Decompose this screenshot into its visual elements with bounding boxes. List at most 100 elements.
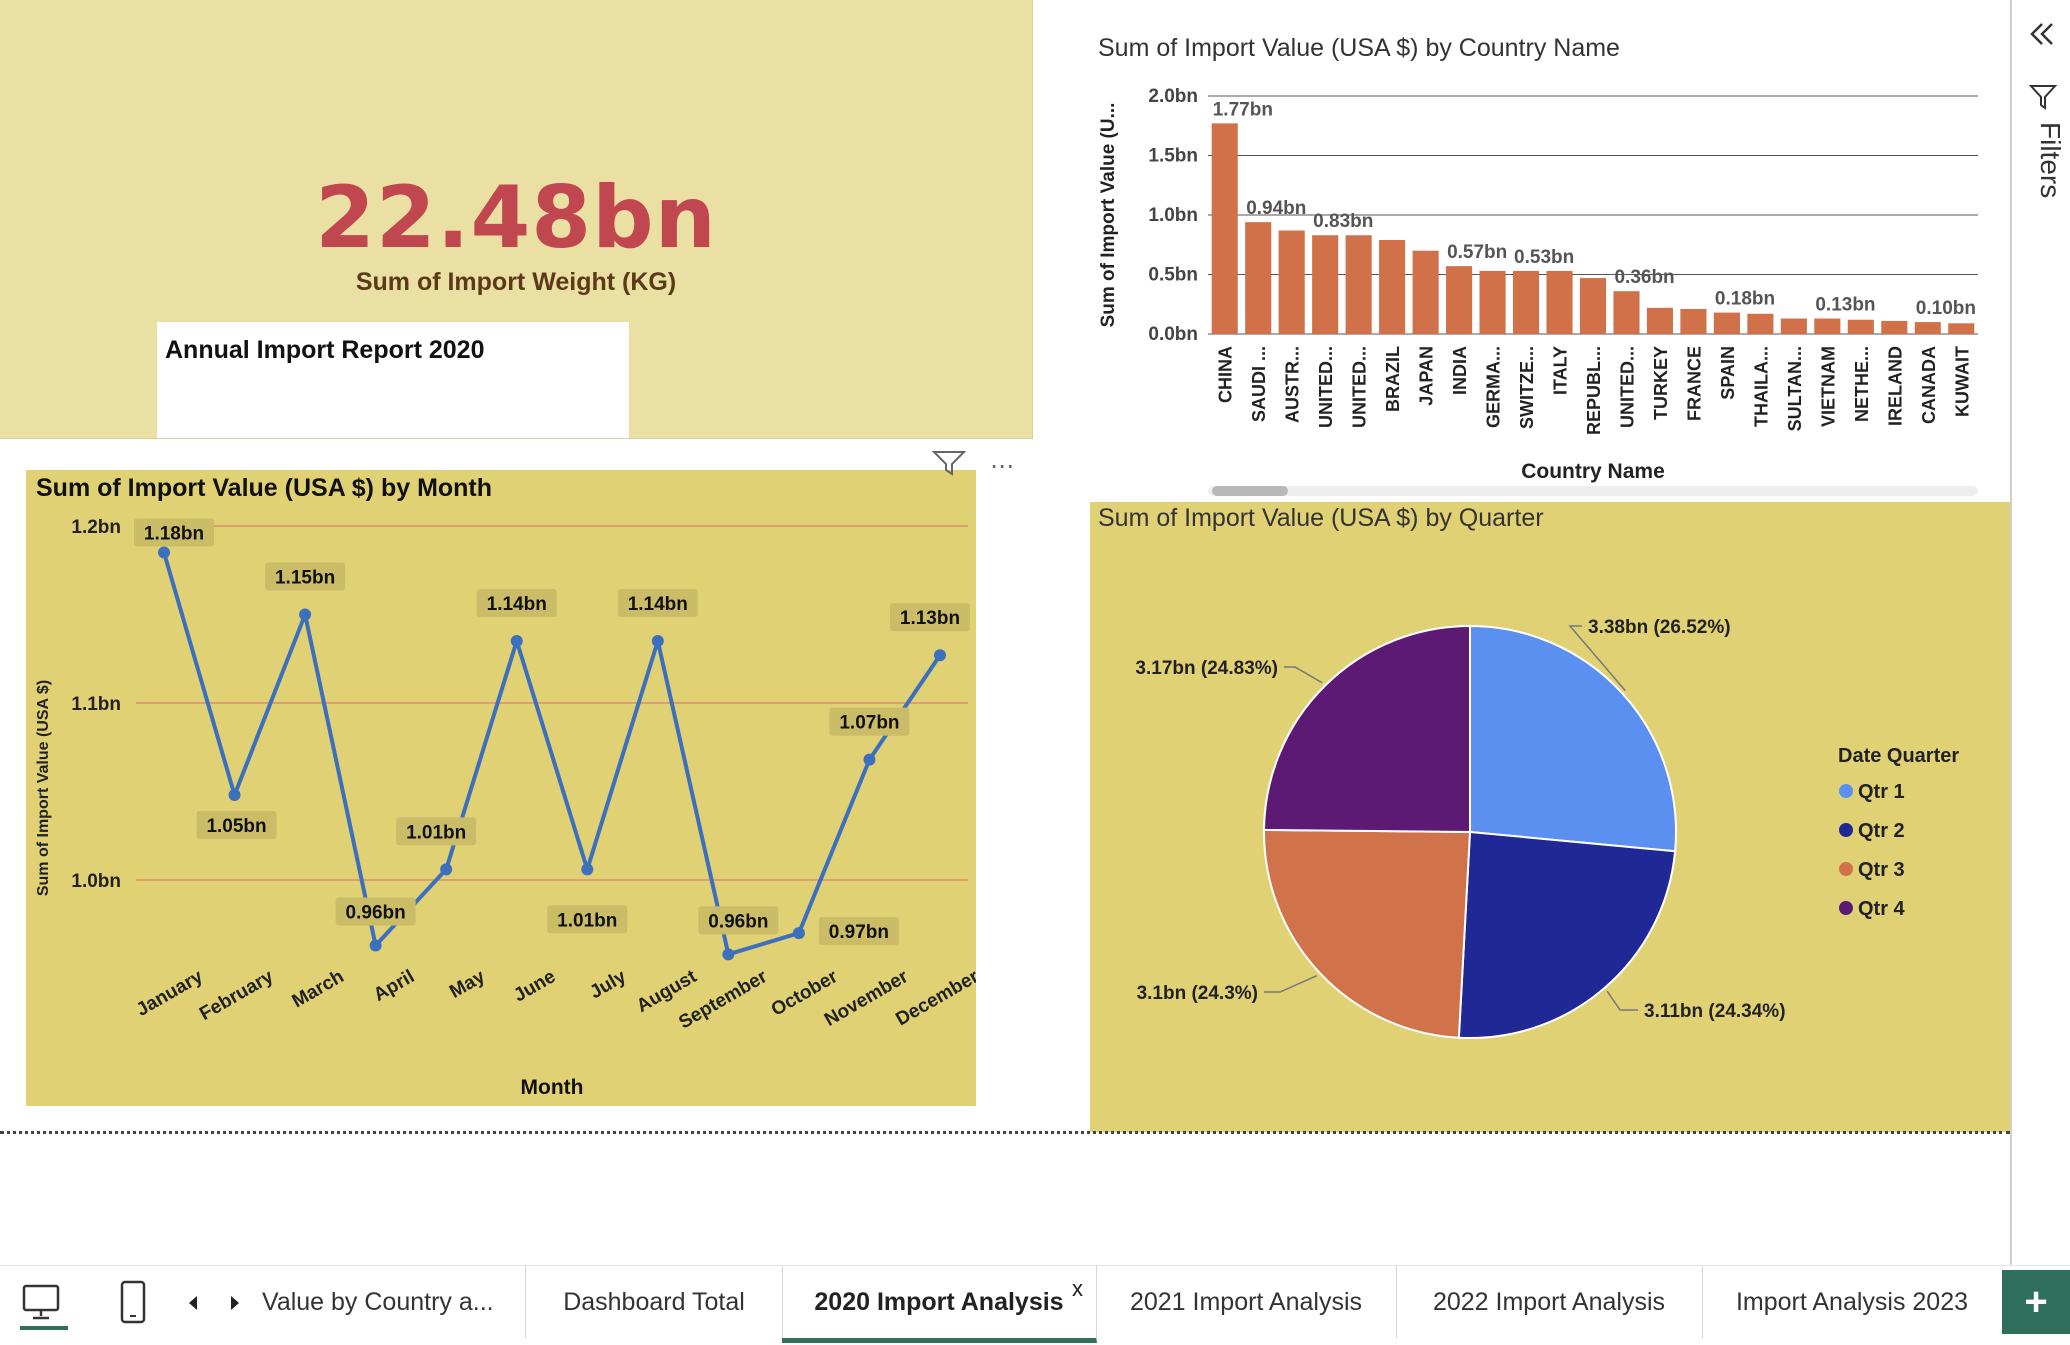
line-y-tick-label: 1.2bn <box>71 517 121 538</box>
bar-x-tick-label: UNITED... <box>1350 346 1370 428</box>
collapse-chevrons-icon[interactable] <box>2026 18 2058 55</box>
bar-x-tick-label: VIETNAM <box>1818 346 1838 427</box>
bar-y-axis-label: Sum of Import Value (U... <box>1098 103 1119 328</box>
line-chart-title: Sum of Import Value (USA $) by Month <box>36 474 492 502</box>
bar-x-tick-label: NETHE... <box>1852 346 1872 422</box>
pie-leader-line <box>1264 974 1318 993</box>
bar-data-label: 0.83bn <box>1313 211 1373 232</box>
line-point <box>792 927 805 940</box>
bar-x-tick-label: JAPAN <box>1417 346 1437 406</box>
pie-data-label: 3.1bn (24.3%) <box>1137 983 1258 1004</box>
bar-x-tick-label: SPAIN <box>1718 346 1738 400</box>
tab-2021-import-analysis[interactable]: 2021 Import Analysis <box>1096 1266 1397 1338</box>
bar-8 <box>1446 266 1473 334</box>
filter-funnel-icon[interactable] <box>2028 82 2058 117</box>
horizontal-scrollbar-thumb <box>1212 486 1288 496</box>
line-point <box>863 753 876 766</box>
pie-leader-line <box>1284 666 1323 684</box>
bar-21 <box>1881 320 1908 334</box>
pie-slice-qtr-4 <box>1262 624 1471 834</box>
month-line-chart-card[interactable]: Sum of Import Value (USA $) by Month 1.0b… <box>26 470 983 1106</box>
bar-2 <box>1245 222 1272 334</box>
tab-2020-import-analysis[interactable]: 2020 Import Analysis <box>782 1266 1097 1343</box>
bar-x-tick-label: IRELAND <box>1885 346 1905 426</box>
bar-10 <box>1512 270 1540 334</box>
bar-7 <box>1412 250 1439 334</box>
line-data-label: 1.18bn <box>144 524 204 545</box>
bar-3 <box>1278 230 1305 334</box>
pie-slice-qtr-3 <box>1263 828 1472 1039</box>
pie-legend-item: Qtr 1 <box>1858 781 1905 803</box>
pie-slice-qtr-1 <box>1469 624 1677 853</box>
bar-1 <box>1211 123 1238 335</box>
tab-close-button[interactable]: x <box>1072 1276 1083 1302</box>
bar-16 <box>1713 312 1740 334</box>
bar-x-tick-label: UNITED... <box>1316 346 1336 428</box>
mobile-layout-icon[interactable] <box>118 1280 148 1331</box>
line-x-tick-label: June <box>510 966 559 1006</box>
line-data-label: 1.01bn <box>557 910 617 931</box>
bar-x-tick-label: FRANCE <box>1684 346 1704 421</box>
pie-legend-marker <box>1839 901 1853 915</box>
page-tab-bar: Value by Country a... Dashboard Total 20… <box>0 1265 2070 1345</box>
more-options-icon[interactable]: ⋯ <box>990 452 1016 481</box>
bar-6 <box>1379 239 1406 334</box>
next-page-icon[interactable] <box>228 1294 242 1317</box>
pie-legend-marker <box>1839 823 1853 837</box>
bar-x-tick-label: SAUDI ... <box>1249 346 1269 422</box>
line-x-tick-label: April <box>370 966 418 1006</box>
tab-import-analysis-2023[interactable]: Import Analysis 2023 <box>1702 1266 2002 1338</box>
pie-chart-title: Sum of Import Value (USA $) by Quarter <box>1098 504 1544 532</box>
bar-5 <box>1345 235 1372 334</box>
line-data-label: 1.15bn <box>275 568 335 589</box>
bar-data-label: 0.57bn <box>1447 242 1507 263</box>
tab-value-by-country[interactable]: Value by Country a... <box>256 1266 526 1338</box>
line-point <box>510 635 523 648</box>
line-point <box>369 939 382 952</box>
bar-x-tick-label: CANADA <box>1919 346 1939 424</box>
country-bar-chart[interactable]: Sum of Import Value (USA $) by Country N… <box>1090 24 2010 502</box>
line-point <box>651 635 664 648</box>
bar-11 <box>1546 270 1573 334</box>
pie-legend-marker <box>1839 862 1853 876</box>
kpi-value: 22.48bn <box>315 168 717 268</box>
line-data-label: 1.13bn <box>900 608 960 629</box>
month-line-chart[interactable]: Sum of Import Value (USA $) by Month 1.0b… <box>26 470 983 1106</box>
bar-18 <box>1780 318 1807 334</box>
line-y-tick-label: 1.0bn <box>71 871 121 892</box>
quarter-pie-chart[interactable]: Sum of Import Value (USA $) by Quarter 3.… <box>1090 502 2010 1132</box>
add-page-button[interactable]: + <box>2002 1270 2070 1334</box>
bar-19 <box>1814 318 1841 334</box>
quarter-pie-chart-card[interactable]: Sum of Import Value (USA $) by Quarter 3.… <box>1090 502 2010 1132</box>
line-point <box>158 546 170 559</box>
bar-y-tick-label: 1.5bn <box>1148 146 1198 167</box>
bar-x-axis-label: Country Name <box>1521 460 1665 483</box>
line-x-tick-label: January <box>133 966 207 1021</box>
bar-data-label: 0.10bn <box>1916 298 1976 319</box>
line-point <box>722 948 735 961</box>
previous-page-icon[interactable] <box>186 1294 200 1317</box>
tab-2022-import-analysis[interactable]: 2022 Import Analysis <box>1396 1266 1703 1338</box>
bar-x-tick-label: REPUBL... <box>1584 346 1604 435</box>
bar-x-tick-label: SWITZE... <box>1517 346 1537 429</box>
tab-dashboard-total[interactable]: Dashboard Total <box>526 1266 783 1338</box>
line-x-tick-label: May <box>446 966 489 1003</box>
line-x-tick-label: July <box>586 966 630 1003</box>
line-data-label: 1.14bn <box>628 594 688 615</box>
canvas-boundary-divider <box>0 1131 2010 1134</box>
filter-icon[interactable] <box>931 450 967 481</box>
bar-data-label: 0.13bn <box>1815 295 1875 316</box>
desktop-layout-icon[interactable] <box>18 1278 74 1339</box>
line-data-label: 0.96bn <box>346 902 406 923</box>
line-x-axis-label: Month <box>521 1076 584 1099</box>
report-title-box[interactable]: Annual Import Report 2020 <box>157 322 629 438</box>
bar-x-tick-label: THAILA... <box>1751 346 1771 427</box>
bar-data-label: 0.53bn <box>1514 247 1574 268</box>
pie-legend-item: Qtr 4 <box>1858 898 1906 920</box>
pie-legend-item: Qtr 2 <box>1858 820 1905 842</box>
kpi-card[interactable]: 22.48bn Sum of Import Weight (KG) Annual… <box>0 0 1033 439</box>
bar-data-label: 0.36bn <box>1614 267 1674 288</box>
bar-x-tick-label: CHINA <box>1216 346 1236 403</box>
filters-label[interactable]: Filters <box>2034 122 2066 198</box>
bar-y-tick-label: 2.0bn <box>1148 86 1198 107</box>
